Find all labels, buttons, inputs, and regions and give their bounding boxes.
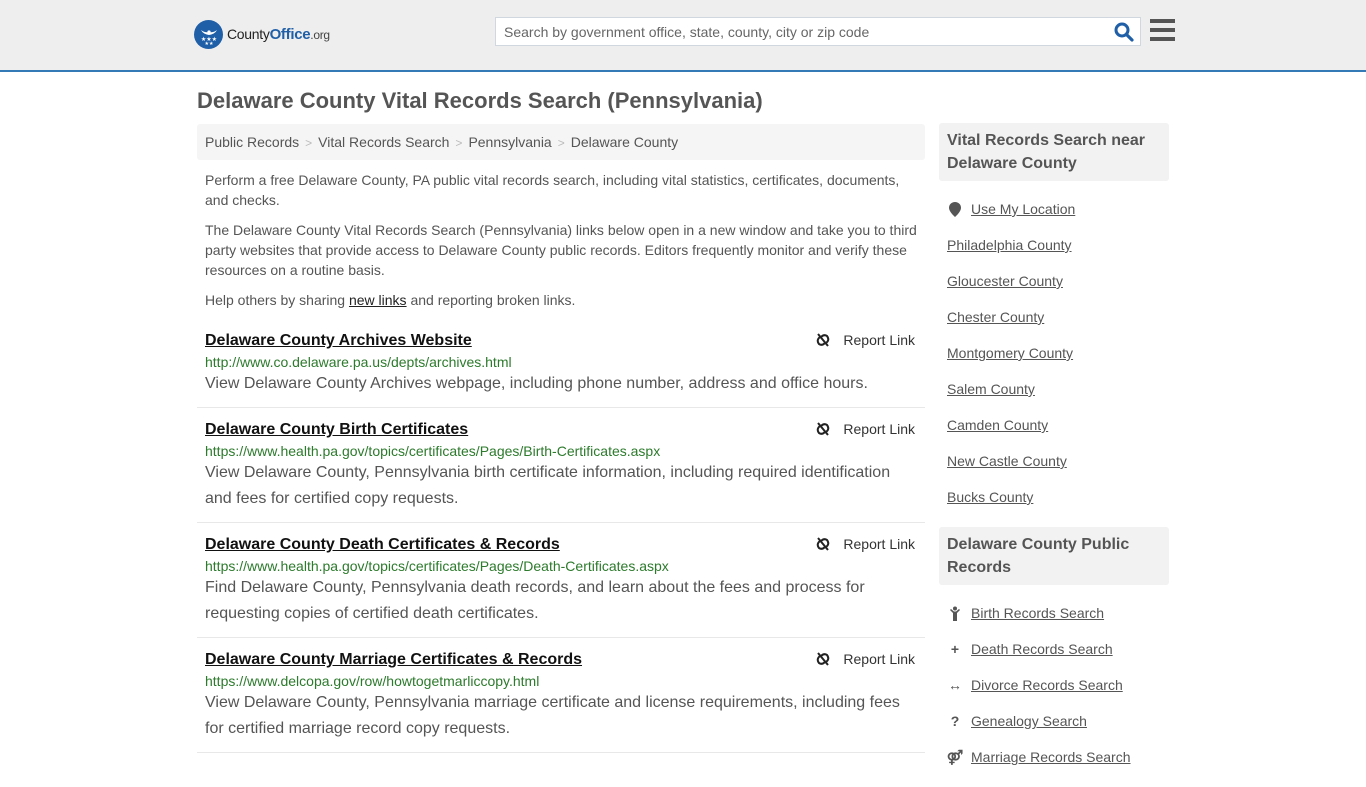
arrows-horizontal-icon: ↔ xyxy=(948,677,962,693)
birth-records-link[interactable]: Birth Records Search xyxy=(971,605,1104,621)
broken-link-icon xyxy=(817,652,830,666)
report-link-button[interactable]: Report Link xyxy=(815,421,915,437)
nearby-county-link[interactable]: Camden County xyxy=(947,417,1048,433)
report-link-button[interactable]: Report Link xyxy=(815,651,915,667)
list-item: Gloucester County xyxy=(947,263,1169,299)
list-item: ⚤ Marriage Records Search xyxy=(947,739,1169,775)
svg-text:★★: ★★ xyxy=(204,41,213,46)
genealogy-search-link[interactable]: Genealogy Search xyxy=(971,713,1087,729)
nearby-county-link[interactable]: Chester County xyxy=(947,309,1044,325)
result-description: View Delaware County Archives webpage, i… xyxy=(205,375,868,392)
map-marker-icon xyxy=(947,201,963,217)
public-records-heading: Delaware County Public Records xyxy=(939,527,1169,585)
search-icon xyxy=(1114,22,1134,42)
result-item: Delaware County Death Certificates & Rec… xyxy=(197,530,925,638)
result-description: View Delaware County, Pennsylvania birth… xyxy=(205,464,891,507)
child-icon xyxy=(947,606,963,621)
nearby-county-link[interactable]: Philadelphia County xyxy=(947,237,1072,253)
result-url: https://www.health.pa.gov/topics/certifi… xyxy=(205,558,669,574)
nearby-county-link[interactable]: Salem County xyxy=(947,381,1035,397)
result-description: Find Delaware County, Pennsylvania death… xyxy=(205,579,865,622)
plus-icon: + xyxy=(950,641,960,657)
page-title: Delaware County Vital Records Search (Pe… xyxy=(197,88,763,113)
nearby-county-link[interactable]: Bucks County xyxy=(947,489,1033,505)
result-item: Delaware County Birth Certificates Repor… xyxy=(197,415,925,523)
broken-link-icon xyxy=(817,333,830,347)
public-records-list: Birth Records Search + Death Records Sea… xyxy=(939,585,1169,787)
hamburger-menu-icon[interactable] xyxy=(1150,19,1175,42)
result-description: View Delaware County, Pennsylvania marri… xyxy=(205,694,900,737)
broken-link-icon xyxy=(817,422,830,436)
search-box xyxy=(495,17,1141,46)
venus-mars-icon: ⚤ xyxy=(946,748,964,765)
nearby-list: Use My Location Philadelphia County Glou… xyxy=(939,181,1169,527)
breadcrumb-separator: > xyxy=(455,136,463,150)
nearby-county-link[interactable]: Gloucester County xyxy=(947,273,1063,289)
logo-text: CountyOffice.org xyxy=(227,26,330,43)
eagle-stars-icon: ★★★ ★★ xyxy=(194,20,223,49)
list-item: ? Genealogy Search xyxy=(947,703,1169,739)
result-url: https://www.health.pa.gov/topics/certifi… xyxy=(205,443,661,459)
report-link-button[interactable]: Report Link xyxy=(815,536,915,552)
list-item: + Death Records Search xyxy=(947,631,1169,667)
breadcrumb: Public Records > Vital Records Search > Penn… xyxy=(197,124,925,160)
result-item: Delaware County Archives Website Report … xyxy=(197,326,925,408)
breadcrumb-pennsylvania[interactable]: Pennsylvania xyxy=(468,134,551,150)
list-item: Chester County xyxy=(947,299,1169,335)
list-item: Montgomery County xyxy=(947,335,1169,371)
intro-paragraph-2: The Delaware County Vital Records Search… xyxy=(205,222,917,278)
use-my-location-link[interactable]: Use My Location xyxy=(971,201,1075,217)
death-records-link[interactable]: Death Records Search xyxy=(971,641,1113,657)
list-item: Salem County xyxy=(947,371,1169,407)
result-title-link[interactable]: Delaware County Archives Website xyxy=(205,332,472,350)
result-url: https://www.delcopa.gov/row/howtogetmarl… xyxy=(205,673,540,689)
site-header: ★★★ ★★ CountyOffice.org xyxy=(0,0,1366,72)
site-logo[interactable]: ★★★ ★★ CountyOffice.org xyxy=(194,20,330,49)
breadcrumb-public-records[interactable]: Public Records xyxy=(205,134,299,150)
list-item: Birth Records Search xyxy=(947,595,1169,631)
intro-text: Perform a free Delaware County, PA publi… xyxy=(205,170,920,320)
list-item: Philadelphia County xyxy=(947,227,1169,263)
result-title-link[interactable]: Delaware County Marriage Certificates & … xyxy=(205,651,582,669)
breadcrumb-delaware-county[interactable]: Delaware County xyxy=(571,134,678,150)
list-item: ↔ Divorce Records Search xyxy=(947,667,1169,703)
intro-paragraph-3: Help others by sharing new links and rep… xyxy=(205,292,576,308)
breadcrumb-vital-records-search[interactable]: Vital Records Search xyxy=(318,134,449,150)
nearby-heading: Vital Records Search near Delaware Count… xyxy=(939,123,1169,181)
result-title-link[interactable]: Delaware County Birth Certificates xyxy=(205,421,468,439)
results-list: Delaware County Archives Website Report … xyxy=(197,326,925,760)
question-icon: ? xyxy=(950,713,960,729)
search-input[interactable] xyxy=(496,18,1096,45)
search-button[interactable] xyxy=(1114,22,1134,42)
broken-link-icon xyxy=(817,537,830,551)
divorce-records-link[interactable]: Divorce Records Search xyxy=(971,677,1123,693)
new-links-link[interactable]: new links xyxy=(349,292,407,308)
nearby-county-link[interactable]: Montgomery County xyxy=(947,345,1073,361)
breadcrumb-separator: > xyxy=(557,136,565,150)
breadcrumb-separator: > xyxy=(305,136,313,150)
result-title-link[interactable]: Delaware County Death Certificates & Rec… xyxy=(205,536,560,554)
list-item: Camden County xyxy=(947,407,1169,443)
list-item: Use My Location xyxy=(947,191,1169,227)
result-item: Delaware County Marriage Certificates & … xyxy=(197,645,925,753)
marriage-records-link[interactable]: Marriage Records Search xyxy=(971,749,1131,765)
result-url: http://www.co.delaware.pa.us/depts/archi… xyxy=(205,354,512,370)
report-link-button[interactable]: Report Link xyxy=(815,332,915,348)
sidebar: Vital Records Search near Delaware Count… xyxy=(939,123,1169,787)
intro-paragraph-1: Perform a free Delaware County, PA publi… xyxy=(205,172,900,208)
nearby-county-link[interactable]: New Castle County xyxy=(947,453,1067,469)
list-item: Bucks County xyxy=(947,479,1169,515)
list-item: New Castle County xyxy=(947,443,1169,479)
